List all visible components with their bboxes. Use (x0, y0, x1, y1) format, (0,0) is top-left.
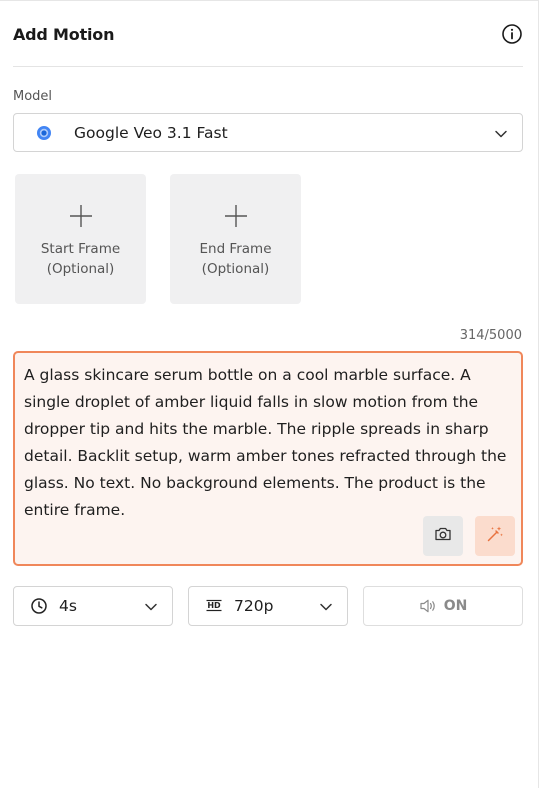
chevron-down-icon (319, 599, 333, 613)
end-frame-label: End Frame (Optional) (199, 239, 271, 279)
end-frame-title: End Frame (199, 241, 272, 257)
start-frame-label: Start Frame (Optional) (41, 239, 120, 279)
end-frame-upload[interactable]: End Frame (Optional) (170, 174, 301, 304)
start-frame-upload[interactable]: Start Frame (Optional) (15, 174, 146, 304)
prompt-text[interactable]: A glass skincare serum bottle on a cool … (24, 362, 516, 524)
audio-toggle-label: ON (443, 598, 468, 614)
panel-header: Add Motion (13, 21, 523, 47)
start-frame-title: Start Frame (40, 241, 121, 257)
model-selected-value: Google Veo 3.1 Fast (74, 123, 228, 142)
camera-icon (434, 526, 452, 546)
prompt-textarea[interactable]: A glass skincare serum bottle on a cool … (13, 351, 523, 566)
hd-icon: HD (205, 597, 223, 615)
magic-wand-icon (486, 525, 504, 547)
audio-toggle[interactable]: ON (363, 586, 523, 626)
plus-icon (223, 203, 249, 229)
model-select[interactable]: Google Veo 3.1 Fast (13, 113, 523, 152)
speaker-icon (419, 598, 437, 614)
duration-select[interactable]: 4s (13, 586, 173, 626)
panel-title: Add Motion (13, 24, 115, 44)
end-frame-optional: (Optional) (201, 261, 270, 277)
add-motion-panel: Add Motion Model Google Veo 3.1 Fast Sta… (0, 0, 539, 788)
chevron-down-icon (494, 126, 508, 140)
character-counter: 314/5000 (459, 328, 522, 343)
info-icon[interactable] (501, 23, 523, 45)
camera-button[interactable] (423, 516, 463, 556)
clock-icon (30, 597, 48, 615)
model-logo-icon (36, 125, 52, 141)
plus-icon (68, 203, 94, 229)
svg-text:HD: HD (207, 601, 221, 610)
header-divider (13, 66, 523, 67)
enhance-prompt-button[interactable] (475, 516, 515, 556)
resolution-value: 720p (234, 597, 274, 615)
resolution-select[interactable]: HD 720p (188, 586, 348, 626)
start-frame-optional: (Optional) (46, 261, 115, 277)
model-label: Model (13, 89, 53, 104)
chevron-down-icon (144, 599, 158, 613)
duration-value: 4s (59, 597, 77, 615)
